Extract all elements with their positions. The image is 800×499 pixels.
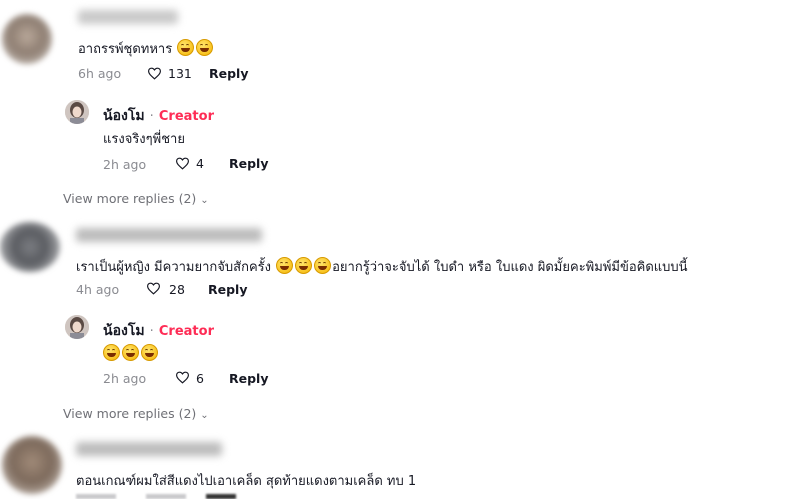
username-blurred[interactable] [76,228,262,242]
comment-text: อาถรรพ์ชุดทหาร [78,38,214,59]
laughing-emoji-icon [122,344,139,361]
view-more-replies[interactable]: View more replies (2) ⌄ [63,191,209,206]
avatar[interactable] [2,436,62,494]
username-blurred[interactable] [76,442,222,456]
reply-button[interactable]: Reply [229,371,268,386]
heart-icon[interactable] [175,371,190,384]
reply-header: น้องโม · Creator [103,108,214,124]
reply-button[interactable]: Reply [209,66,248,81]
reply-header: น้องโม · Creator [103,323,214,339]
like-count: 4 [196,156,204,171]
laughing-emoji-icon [141,344,158,361]
username-blurred[interactable] [78,10,178,24]
like-count: 28 [169,282,185,297]
avatar[interactable] [0,222,60,272]
comment-time: 4h ago [76,282,120,297]
view-more-replies[interactable]: View more replies (2) ⌄ [63,406,209,421]
creator-avatar[interactable] [65,100,89,124]
reply-text [102,344,159,362]
comment-time: 6h ago [78,66,122,81]
comment-text: ตอนเกณฑ์ผมใส่สีแดงไปเอาเคล็ด สุดท้ายแดงต… [76,474,417,489]
heart-icon[interactable] [175,157,190,170]
comment-meta-cut-off [76,494,236,499]
creator-name[interactable]: น้องโม [103,323,145,339]
like-count: 6 [196,371,204,386]
chevron-down-icon: ⌄ [200,410,209,421]
comment-text: เราเป็นผู้หญิง มีความยากจับสักครั้ง อยาก… [76,256,688,277]
laughing-emoji-icon [314,257,332,274]
laughing-emoji-icon [276,257,294,274]
like-count: 131 [168,66,192,81]
creator-name[interactable]: น้องโม [103,108,145,124]
creator-avatar[interactable] [65,315,89,339]
reply-time: 2h ago [103,371,147,386]
heart-icon[interactable] [147,67,162,80]
creator-badge: Creator [158,109,214,124]
chevron-down-icon: ⌄ [200,195,209,206]
heart-icon[interactable] [146,282,161,295]
reply-text: แรงจริงๆพี่ชาย [103,132,185,147]
reply-button[interactable]: Reply [208,282,247,297]
creator-badge: Creator [158,324,214,339]
laughing-emoji-icon [295,257,313,274]
avatar[interactable] [2,14,52,64]
reply-time: 2h ago [103,157,147,172]
laughing-emoji-icon [103,344,120,361]
laughing-emoji-icon [196,39,214,56]
reply-button[interactable]: Reply [229,156,268,171]
laughing-emoji-icon [177,39,195,56]
